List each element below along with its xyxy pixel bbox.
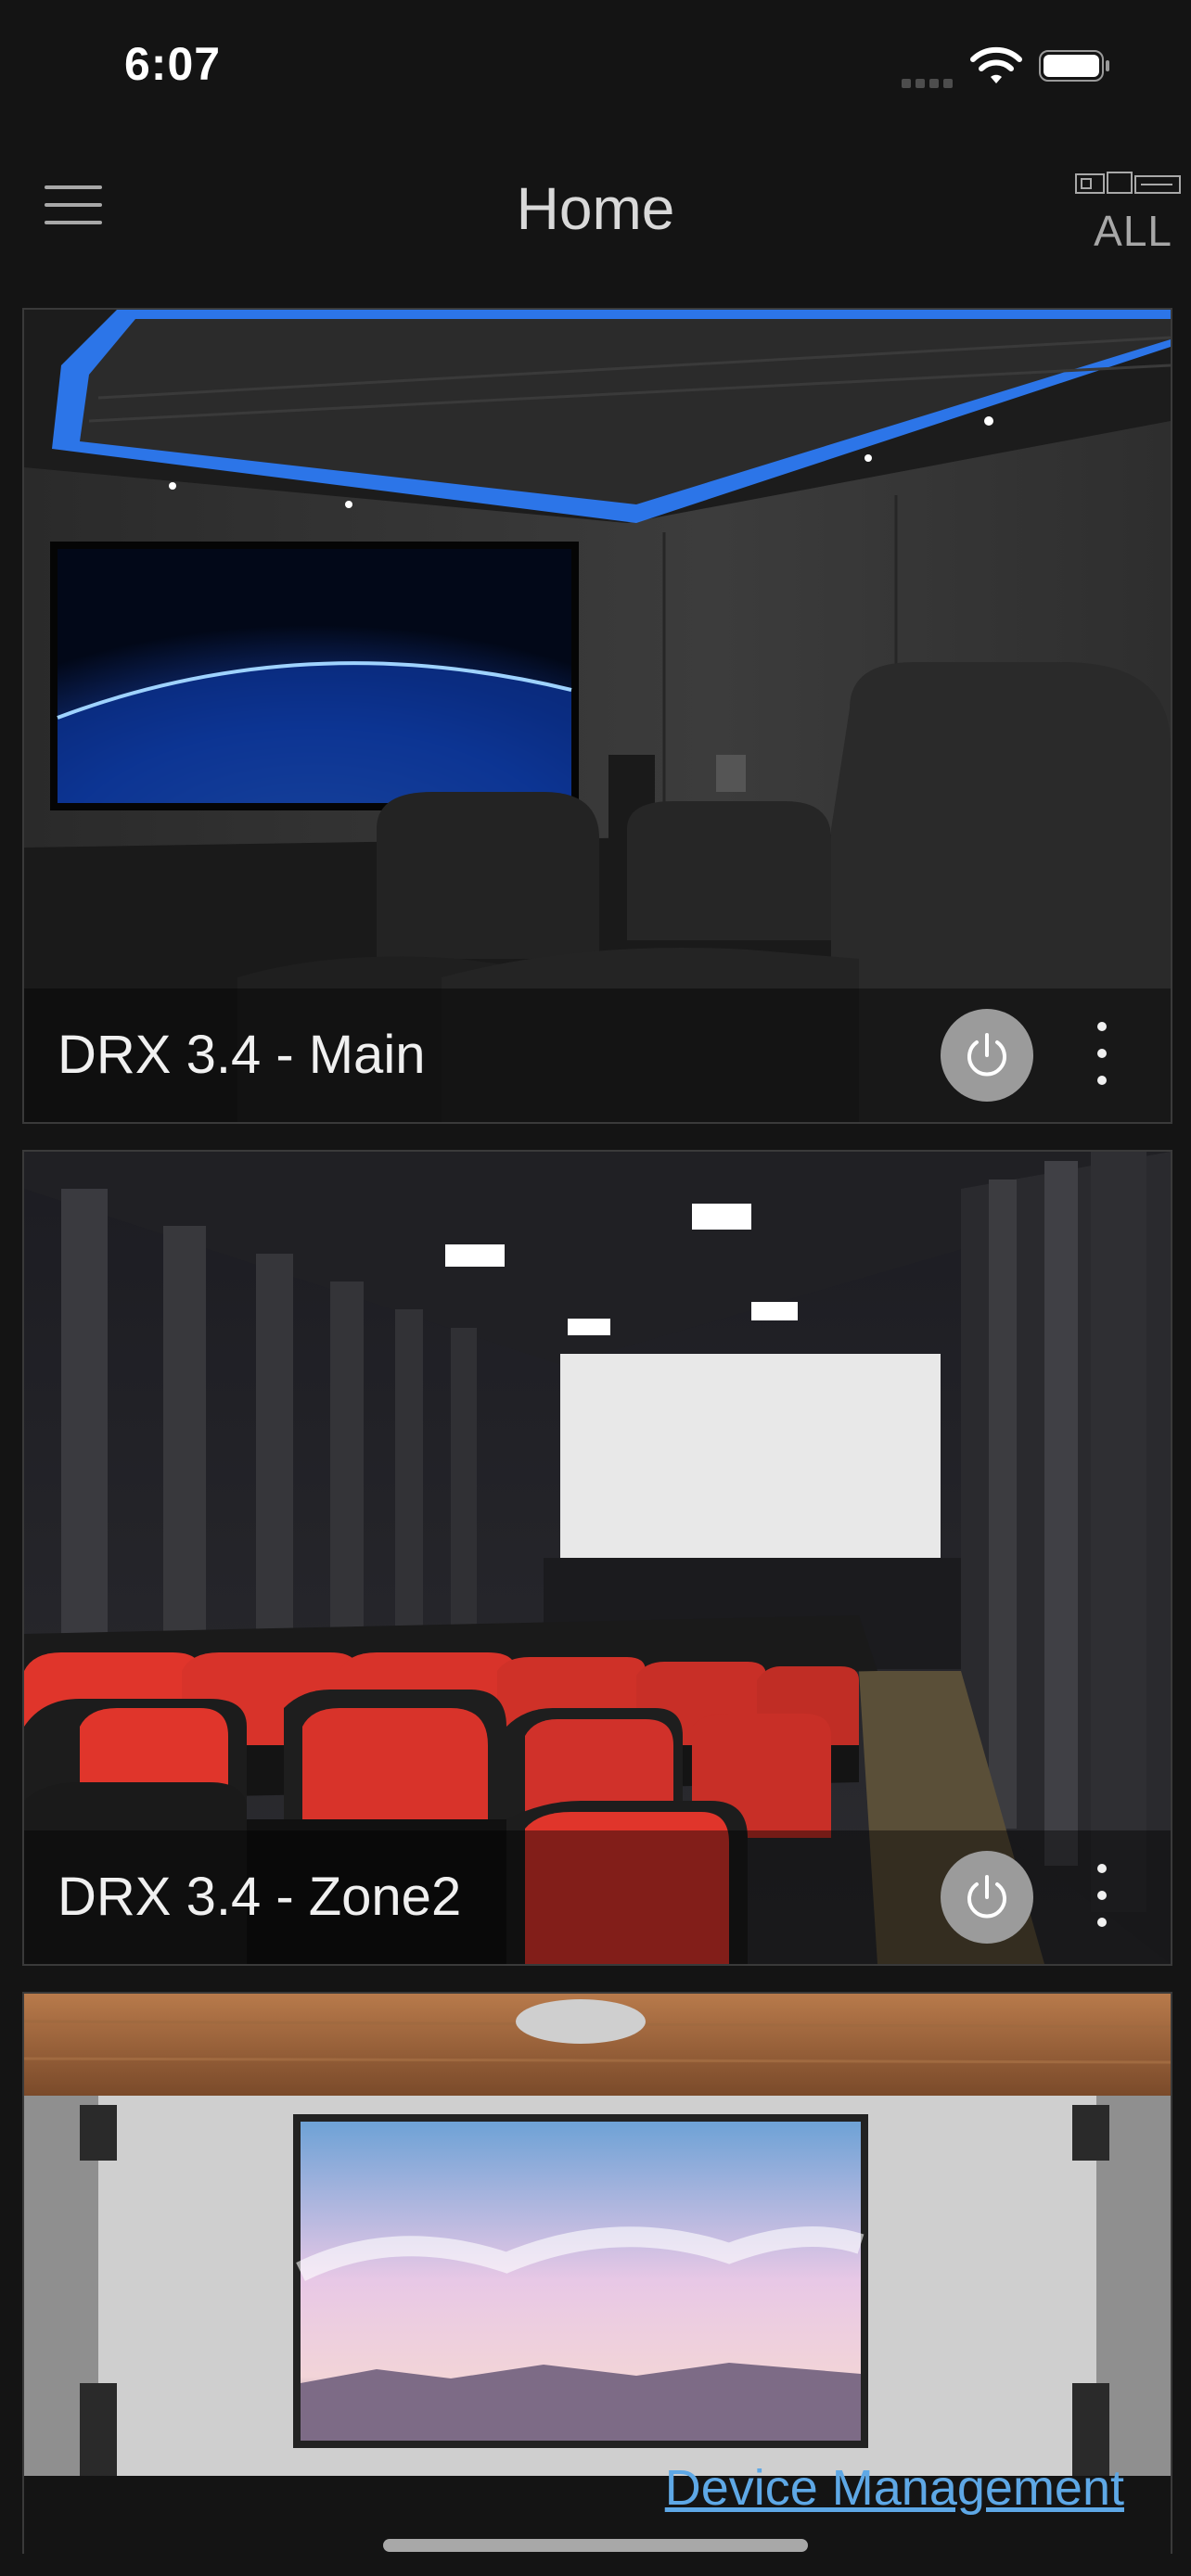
status-bar: 6:07 bbox=[0, 0, 1191, 130]
app-header: Home ALL bbox=[0, 130, 1191, 287]
more-options-button[interactable] bbox=[1091, 1864, 1113, 1931]
page-title: Home bbox=[516, 175, 675, 242]
more-vertical-icon bbox=[1091, 1022, 1113, 1085]
zone-card-main[interactable]: DRX 3.4 - Main bbox=[22, 308, 1172, 1124]
zone-name: DRX 3.4 - Zone2 bbox=[58, 1867, 462, 1927]
power-icon bbox=[967, 1875, 1006, 1919]
power-button[interactable] bbox=[941, 1009, 1033, 1102]
zone-filter-button[interactable]: ALL bbox=[1067, 171, 1182, 263]
power-button[interactable] bbox=[941, 1851, 1033, 1944]
zone-card-zone2[interactable]: DRX 3.4 - Zone2 bbox=[22, 1150, 1172, 1966]
more-options-button[interactable] bbox=[1091, 1022, 1113, 1089]
zone-name: DRX 3.4 - Main bbox=[58, 1025, 426, 1085]
status-time: 6:07 bbox=[124, 38, 222, 90]
more-vertical-icon bbox=[1091, 1864, 1113, 1927]
home-indicator[interactable] bbox=[383, 2539, 808, 2552]
device-management-card: Device Management bbox=[22, 1992, 1172, 2554]
battery-icon bbox=[1039, 50, 1109, 82]
zone-card-footer: DRX 3.4 - Zone2 bbox=[24, 1830, 1171, 1964]
zone-filter-label: ALL bbox=[1094, 207, 1172, 255]
power-icon bbox=[967, 1033, 1006, 1077]
device-management-link[interactable]: Device Management bbox=[665, 2459, 1124, 2517]
receiver-icon bbox=[1075, 172, 1181, 194]
zone-card-footer: DRX 3.4 - Main bbox=[24, 988, 1171, 1122]
cellular-signal-icon bbox=[902, 76, 957, 93]
wifi-icon bbox=[970, 46, 1022, 83]
